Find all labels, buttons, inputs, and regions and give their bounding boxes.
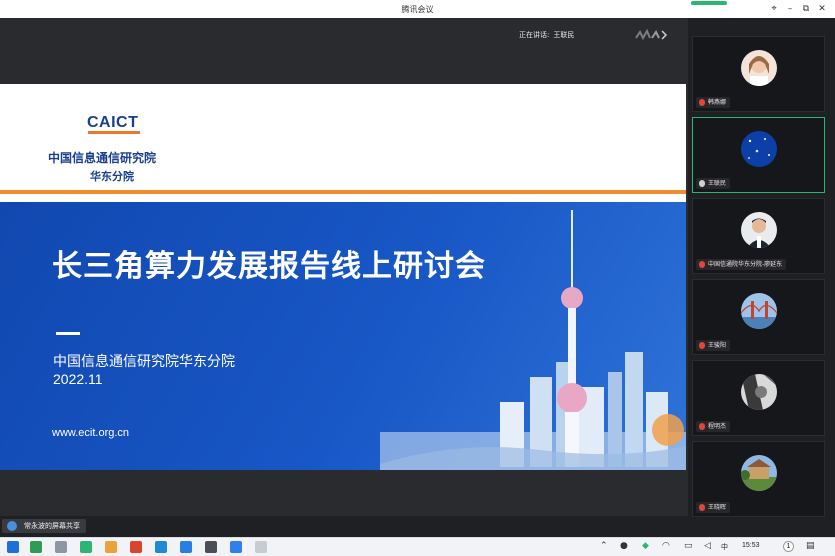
- minimize-button[interactable]: –: [783, 3, 797, 15]
- mic-muted-icon: [699, 342, 705, 349]
- pin-icon[interactable]: ⌖: [767, 3, 781, 15]
- chevron-up-icon[interactable]: ⌃: [600, 541, 608, 551]
- participant-avatar: [741, 455, 777, 491]
- participant-tile[interactable]: 中国信通院华东分院-廖延东: [692, 198, 825, 274]
- participant-name-tag: 王联民: [696, 178, 731, 189]
- start-icon[interactable]: [7, 541, 19, 553]
- participant-sidebar: 韩燕娜 王联民 中国信通院华东分院-廖延东 王骏阳 程明杰 王晓晖: [688, 18, 835, 537]
- windows-taskbar: ⌃ ● ◆ ◠ ▭ ◁ 中 15:53 1 ▤: [0, 537, 835, 556]
- title-dash: [56, 332, 80, 335]
- speaking-label: 正在讲话:: [519, 31, 550, 39]
- meeting-window: 腾讯会议 ⌖ – ⧉ ✕ 正在讲话: 王联民 CAICT 中国信息通信研究院 华东…: [0, 0, 835, 537]
- participant-tile[interactable]: 王骏阳: [692, 279, 825, 355]
- clock[interactable]: 15:53: [742, 542, 760, 549]
- participant-name: 王骏阳: [708, 342, 727, 349]
- audio-wave-icon: [635, 28, 668, 40]
- mic-muted-icon: [699, 504, 705, 511]
- window-title: 腾讯会议: [401, 5, 434, 14]
- app-icon-2[interactable]: [130, 541, 142, 553]
- notification-count-badge[interactable]: 1: [783, 541, 794, 552]
- participant-tile[interactable]: 程明杰: [692, 360, 825, 436]
- share-badge-label: 常永波的屏幕共享: [24, 522, 80, 530]
- participant-avatar: [741, 293, 777, 329]
- mic-tray-icon[interactable]: ●: [620, 541, 628, 551]
- search-icon[interactable]: [55, 541, 67, 553]
- share-icon: [7, 521, 17, 531]
- org-name: 中国信息通信研究院: [48, 151, 157, 165]
- mic-muted-icon: [699, 261, 705, 268]
- slide-subtitle: 中国信息通信研究院华东分院: [53, 354, 235, 370]
- logo-underline: [88, 131, 140, 134]
- network-icon[interactable]: ▭: [684, 541, 693, 551]
- slide-header: CAICT 中国信息通信研究院 华东分院: [0, 84, 686, 200]
- speaking-name: 王联民: [553, 31, 575, 39]
- volume-icon[interactable]: ◁: [704, 541, 711, 551]
- screen-share-badge[interactable]: 常永波的屏幕共享: [2, 519, 86, 533]
- presentation-slide: CAICT 中国信息通信研究院 华东分院 长三角算力发展报告线上研讨会 中国信息…: [0, 84, 686, 470]
- slide-date: 2022.11: [53, 371, 103, 387]
- participant-tile[interactable]: 王晓晖: [692, 441, 825, 517]
- notification-icon[interactable]: ▤: [806, 541, 815, 551]
- mic-muted-icon: [699, 99, 705, 106]
- participant-avatar: [741, 374, 777, 410]
- tray-app-icon[interactable]: ◆: [642, 541, 649, 551]
- maximize-button[interactable]: ⧉: [799, 3, 813, 15]
- close-button[interactable]: ✕: [815, 3, 829, 15]
- participant-name-tag: 中国信通院华东分院-廖延东: [696, 259, 787, 270]
- wifi-icon[interactable]: ◠: [662, 541, 670, 551]
- participant-name-tag: 王晓晖: [696, 502, 731, 513]
- participant-tile[interactable]: 韩燕娜: [692, 36, 825, 112]
- slide-body: 长三角算力发展报告线上研讨会 中国信息通信研究院华东分院 2022.11 www…: [0, 202, 686, 470]
- tencent-meeting-icon[interactable]: [230, 541, 242, 553]
- slide-url: www.ecit.org.cn: [52, 427, 130, 439]
- caict-logo: CAICT: [87, 114, 139, 131]
- participant-name-tag: 王骏阳: [696, 340, 731, 351]
- app-icon-1[interactable]: [30, 541, 42, 553]
- participant-tile[interactable]: 王联民: [692, 117, 825, 193]
- participant-name: 王晓晖: [708, 504, 727, 511]
- divider-stripe: [0, 194, 686, 200]
- title-bar: 腾讯会议 ⌖ – ⧉ ✕: [0, 0, 835, 18]
- mic-icon: [699, 180, 705, 187]
- slide-headline: 长三角算力发展报告线上研讨会: [52, 249, 486, 284]
- participant-avatar: [741, 212, 777, 248]
- app-icon-4[interactable]: [205, 541, 217, 553]
- app-icon-5[interactable]: [255, 541, 267, 553]
- folder-icon[interactable]: [105, 541, 117, 553]
- participant-name: 程明杰: [708, 423, 727, 430]
- participant-name-tag: 韩燕娜: [696, 97, 731, 108]
- browser-icon[interactable]: [155, 541, 167, 553]
- participant-avatar: [741, 50, 777, 86]
- participant-name-tag: 程明杰: [696, 421, 731, 432]
- speaking-indicator: 正在讲话: 王联民: [519, 30, 574, 40]
- participant-name: 韩燕娜: [708, 99, 727, 106]
- participant-name: 王联民: [708, 180, 727, 187]
- participant-name: 中国信通院华东分院-廖延东: [708, 261, 783, 268]
- wechat-icon[interactable]: [80, 541, 92, 553]
- ime-indicator[interactable]: 中: [721, 542, 728, 552]
- org-branch: 华东分院: [90, 170, 134, 183]
- participant-avatar: [741, 131, 777, 167]
- mic-muted-icon: [699, 423, 705, 430]
- app-icon-3[interactable]: [180, 541, 192, 553]
